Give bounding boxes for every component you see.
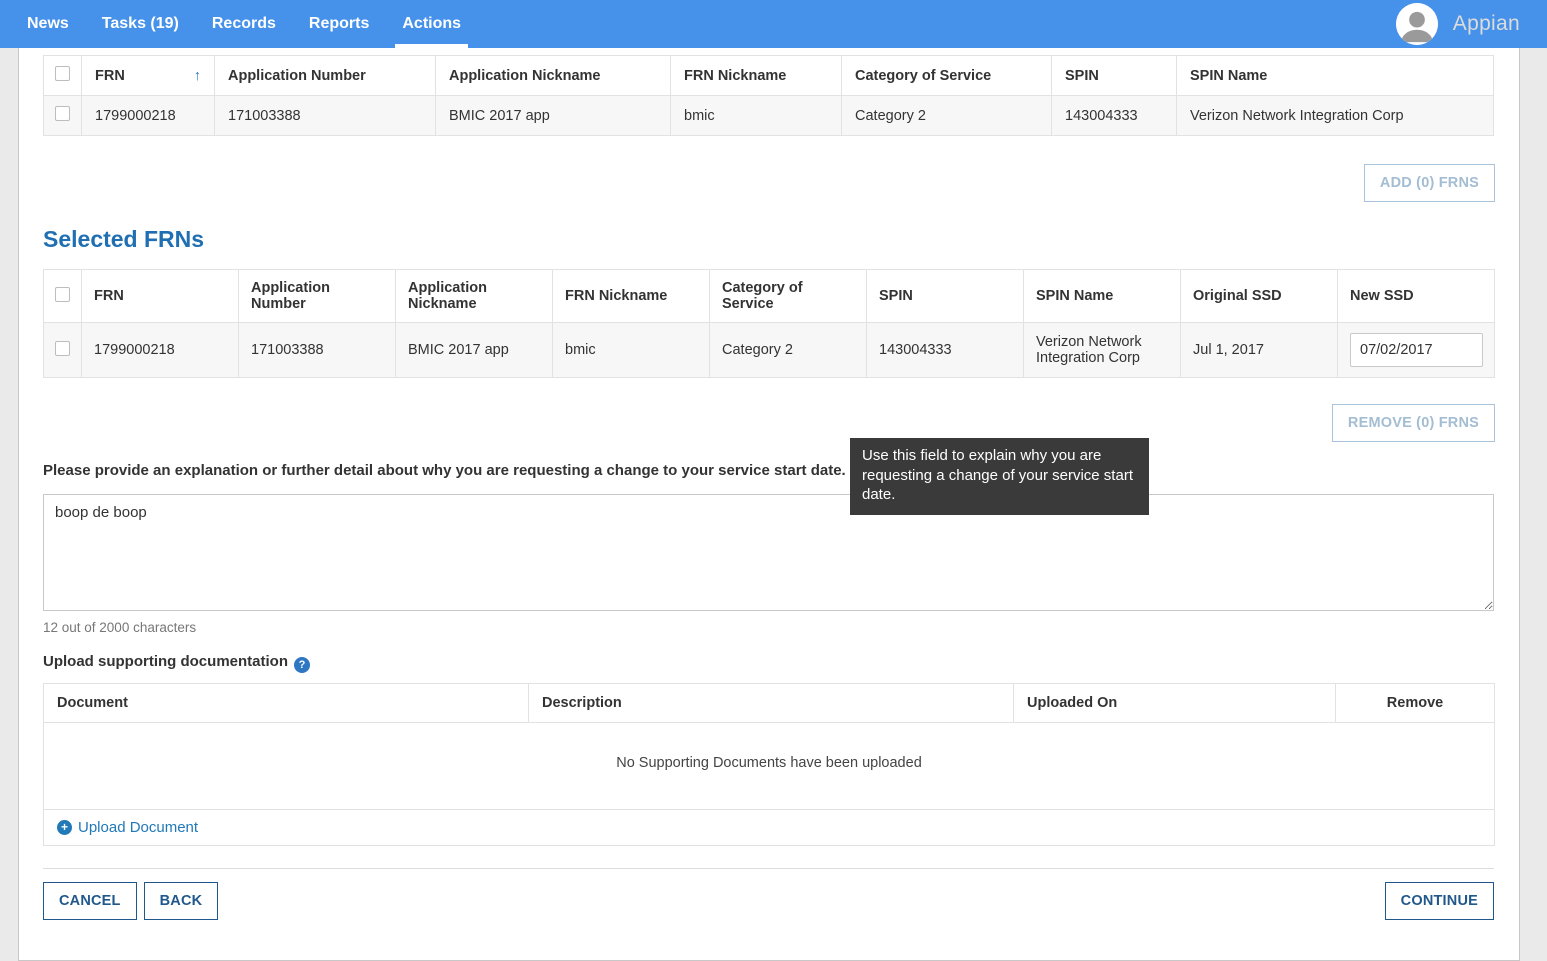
appian-logo: Appian [1453,12,1520,36]
row-checkbox[interactable] [55,106,70,121]
column-header-frn[interactable]: FRN ↑ [82,56,215,96]
back-button[interactable]: BACK [144,882,219,920]
explanation-label: Please provide an explanation or further… [43,462,1495,482]
nav-item-tasks[interactable]: Tasks (19) [102,0,179,48]
selected-frns-table: FRN Application Number Application Nickn… [43,269,1495,378]
nav-item-actions[interactable]: Actions [402,0,461,48]
nav-tabs: News Tasks (19) Records Reports Actions [27,0,461,48]
column-header-spin[interactable]: SPIN [1052,56,1177,96]
cell-spin: 143004333 [867,323,1024,378]
person-icon [1396,3,1438,45]
user-avatar[interactable] [1396,3,1438,45]
cell-new-ssd [1338,323,1495,378]
column-header-original-ssd[interactable]: Original SSD [1181,270,1338,323]
main-content-panel: FRN ↑ Application Number Application Nic… [18,48,1520,961]
column-header-application-number[interactable]: Application Number [215,56,436,96]
upload-document-link-label: Upload Document [78,819,198,836]
sort-ascending-icon: ↑ [194,68,201,84]
column-header-category-of-service[interactable]: Category of Service [842,56,1052,96]
cell-category-of-service: Category 2 [842,96,1052,136]
cell-application-nickname: BMIC 2017 app [396,323,553,378]
continue-button[interactable]: CONTINUE [1385,882,1494,920]
documents-table: Document Description Uploaded On Remove … [43,683,1495,846]
column-header-application-number[interactable]: Application Number [239,270,396,323]
cell-frn-nickname: bmic [553,323,710,378]
column-header-frn-nickname[interactable]: FRN Nickname [671,56,842,96]
footer-divider [43,868,1494,869]
upload-documentation-label-text: Upload supporting documentation [43,653,288,670]
column-header-spin-name[interactable]: SPIN Name [1024,270,1181,323]
column-header-frn[interactable]: FRN [82,270,239,323]
cell-spin-name: Verizon Network Integration Corp [1177,96,1494,136]
cell-original-ssd: Jul 1, 2017 [1181,323,1338,378]
explanation-label-text: Please provide an explanation or further… [43,462,846,479]
documents-header-row: Document Description Uploaded On Remove [44,684,1495,723]
column-header-spin-name[interactable]: SPIN Name [1177,56,1494,96]
column-header-new-ssd[interactable]: New SSD [1338,270,1495,323]
column-header-frn-nickname[interactable]: FRN Nickname [553,270,710,323]
column-header-remove: Remove [1336,684,1495,723]
explanation-section: Please provide an explanation or further… [43,462,1495,635]
add-frns-button[interactable]: ADD (0) FRNS [1364,164,1495,202]
column-header-application-nickname[interactable]: Application Nickname [396,270,553,323]
cell-spin-name: Verizon Network Integration Corp [1024,323,1181,378]
cell-frn: 1799000218 [82,323,239,378]
remove-frns-button[interactable]: REMOVE (0) FRNS [1332,404,1495,442]
cell-category-of-service: Category 2 [710,323,867,378]
cell-application-number: 171003388 [215,96,436,136]
selected-frns-heading: Selected FRNs [43,226,1495,253]
plus-icon: + [57,820,72,835]
row-checkbox[interactable] [55,341,70,356]
table-row: 1799000218 171003388 BMIC 2017 app bmic … [44,96,1494,136]
cell-spin: 143004333 [1052,96,1177,136]
empty-documents-row: No Supporting Documents have been upload… [44,723,1495,810]
new-ssd-input[interactable] [1350,333,1483,367]
upload-document-link[interactable]: + Upload Document [57,819,198,836]
upload-documentation-label: Upload supporting documentation? [43,653,1495,673]
column-header-label: FRN [95,68,125,84]
frn-results-header-row: FRN ↑ Application Number Application Nic… [44,56,1494,96]
character-counter: 12 out of 2000 characters [43,620,1495,635]
column-header-spin[interactable]: SPIN [867,270,1024,323]
help-tooltip: Use this field to explain why you are re… [850,438,1149,515]
nav-right-group: Appian [1396,0,1520,48]
cell-frn: 1799000218 [82,96,215,136]
selected-frns-header-row: FRN Application Number Application Nickn… [44,270,1495,323]
column-header-uploaded-on: Uploaded On [1014,684,1336,723]
nav-item-records[interactable]: Records [212,0,276,48]
select-all-checkbox[interactable] [55,66,70,81]
top-navigation-bar: News Tasks (19) Records Reports Actions … [0,0,1547,48]
column-header-category-of-service[interactable]: Category of Service [710,270,867,323]
select-all-checkbox[interactable] [55,287,70,302]
cell-frn-nickname: bmic [671,96,842,136]
cancel-button[interactable]: CANCEL [43,882,137,920]
help-icon[interactable]: ? [294,657,310,673]
column-header-application-nickname[interactable]: Application Nickname [436,56,671,96]
nav-item-reports[interactable]: Reports [309,0,369,48]
cell-application-number: 171003388 [239,323,396,378]
footer-button-bar: CANCEL BACK CONTINUE [43,882,1494,920]
empty-documents-message: No Supporting Documents have been upload… [44,723,1495,810]
cell-application-nickname: BMIC 2017 app [436,96,671,136]
upload-document-row: + Upload Document [44,810,1495,846]
explanation-textarea[interactable]: boop de boop [43,494,1494,611]
column-header-description: Description [529,684,1014,723]
nav-item-news[interactable]: News [27,0,69,48]
table-row: 1799000218 171003388 BMIC 2017 app bmic … [44,323,1495,378]
frn-results-table: FRN ↑ Application Number Application Nic… [43,55,1494,136]
column-header-document: Document [44,684,529,723]
